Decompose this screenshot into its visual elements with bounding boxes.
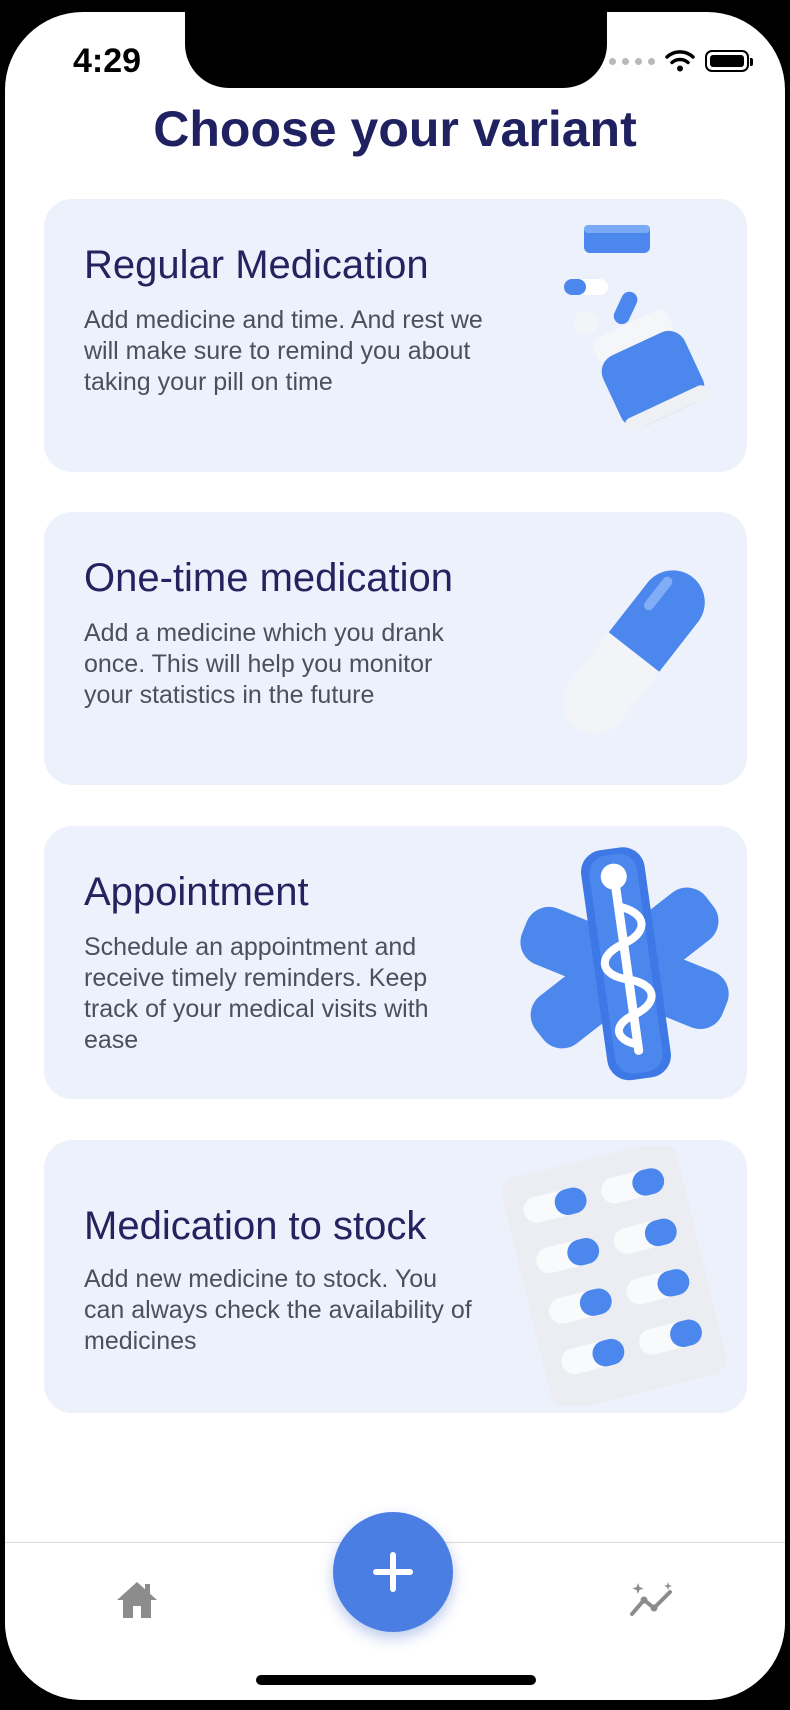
add-button[interactable] xyxy=(333,1512,453,1632)
wifi-icon xyxy=(665,50,695,72)
status-time: 4:29 xyxy=(73,42,142,80)
app-screen: 4:29 Choose your variant Regular Medicat… xyxy=(5,12,785,1700)
card-description: Schedule an appointment and receive time… xyxy=(84,933,429,1054)
plus-icon xyxy=(373,1552,413,1592)
home-indicator xyxy=(256,1675,536,1685)
card-title: One-time medication xyxy=(84,556,454,600)
capsule-icon xyxy=(563,570,705,734)
card-regular-medication[interactable]: Regular Medication Add medicine and time… xyxy=(44,199,747,472)
statistics-icon[interactable] xyxy=(628,1580,678,1620)
status-icons xyxy=(609,46,753,76)
card-title: Medication to stock xyxy=(84,1204,427,1248)
card-title: Appointment xyxy=(84,870,309,914)
pill-bottle-icon xyxy=(564,225,709,432)
medical-star-icon xyxy=(520,847,729,1081)
card-description: Add medicine and time. And rest we will … xyxy=(84,306,483,396)
battery-icon xyxy=(705,50,753,72)
card-title: Regular Medication xyxy=(84,243,429,287)
page-title: Choose your variant xyxy=(153,101,637,157)
notch xyxy=(185,12,607,88)
card-appointment[interactable]: Appointment Schedule an appointment and … xyxy=(44,826,747,1099)
cellular-signal-icon xyxy=(609,57,655,65)
card-one-time-medication[interactable]: One-time medication Add a medicine which… xyxy=(44,512,747,785)
home-icon[interactable] xyxy=(115,1580,159,1620)
card-medication-to-stock[interactable]: Medication to stock Add new medicine to … xyxy=(44,1140,747,1413)
blister-pack-icon xyxy=(501,1146,727,1406)
card-description: Add new medicine to stock. You can alway… xyxy=(84,1265,472,1355)
card-description: Add a medicine which you drank once. Thi… xyxy=(84,619,444,709)
